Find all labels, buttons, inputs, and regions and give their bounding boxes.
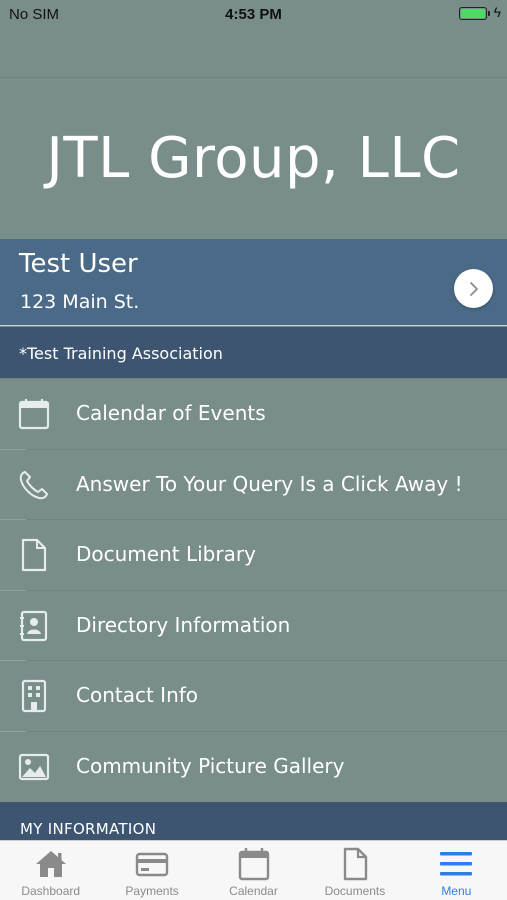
- tab-label: Payments: [125, 884, 179, 898]
- menu-item-picture-gallery[interactable]: Community Picture Gallery: [0, 732, 507, 803]
- menu-item-label: Answer To Your Query Is a Click Away !: [76, 471, 463, 496]
- user-card[interactable]: Test User 123 Main St.: [0, 239, 507, 326]
- tab-documents[interactable]: Documents: [304, 841, 405, 900]
- tab-menu[interactable]: Menu: [406, 841, 507, 900]
- user-name: Test User: [19, 249, 138, 279]
- tab-label: Dashboard: [21, 884, 81, 898]
- tab-dashboard[interactable]: Dashboard: [0, 841, 101, 900]
- menu-item-directory-information[interactable]: Directory Information: [0, 591, 507, 661]
- menu-item-label: Document Library: [76, 542, 256, 566]
- user-address: 123 Main St.: [20, 291, 140, 313]
- user-details-button[interactable]: [454, 269, 493, 308]
- menu-item-label: Directory Information: [76, 612, 291, 637]
- tab-label: Calendar: [229, 884, 278, 898]
- credit-card-icon: [135, 852, 169, 877]
- menu-item-label: Calendar of Events: [76, 401, 266, 425]
- section-header-my-information: MY INFORMATION: [0, 802, 507, 840]
- nav-bar: [0, 28, 507, 78]
- association-bar[interactable]: *Test Training Association: [0, 327, 507, 379]
- association-label: *Test Training Association: [19, 344, 223, 363]
- tab-calendar[interactable]: Calendar: [203, 841, 304, 900]
- clock: 4:53 PM: [225, 6, 282, 23]
- status-bar: No SIM 4:53 PM ϟ: [0, 0, 507, 28]
- calendar-icon: [18, 399, 50, 430]
- section-header-label: MY INFORMATION: [20, 820, 157, 838]
- hamburger-menu-icon: [440, 852, 473, 876]
- charging-icon: ϟ: [493, 4, 501, 20]
- battery-icon: [459, 7, 490, 20]
- menu-item-document-library[interactable]: Document Library: [0, 520, 507, 591]
- tab-label: Documents: [324, 884, 386, 898]
- document-icon: [21, 538, 47, 572]
- menu-item-label: Contact Info: [76, 683, 199, 707]
- building-icon: [21, 679, 47, 713]
- menu-item-calendar-of-events[interactable]: Calendar of Events: [0, 379, 507, 450]
- calendar-icon: [238, 848, 269, 881]
- chevron-right-icon: [469, 281, 478, 296]
- menu-item-contact-info[interactable]: Contact Info: [0, 661, 507, 732]
- tab-bar: Dashboard Payments Calendar Documents Me…: [0, 840, 507, 900]
- home-icon: [35, 851, 66, 877]
- main-menu: Calendar of Events Answer To Your Query …: [0, 379, 507, 802]
- tab-payments[interactable]: Payments: [101, 841, 202, 900]
- tab-label: Menu: [441, 884, 472, 898]
- image-icon: [18, 753, 50, 780]
- organization-title: JTL Group, LLC: [46, 126, 461, 191]
- menu-item-label: Community Picture Gallery: [76, 753, 345, 778]
- contact-book-icon: [20, 610, 48, 641]
- phone-icon: [19, 470, 48, 499]
- document-icon: [343, 847, 368, 881]
- menu-item-answer-query[interactable]: Answer To Your Query Is a Click Away !: [0, 450, 507, 520]
